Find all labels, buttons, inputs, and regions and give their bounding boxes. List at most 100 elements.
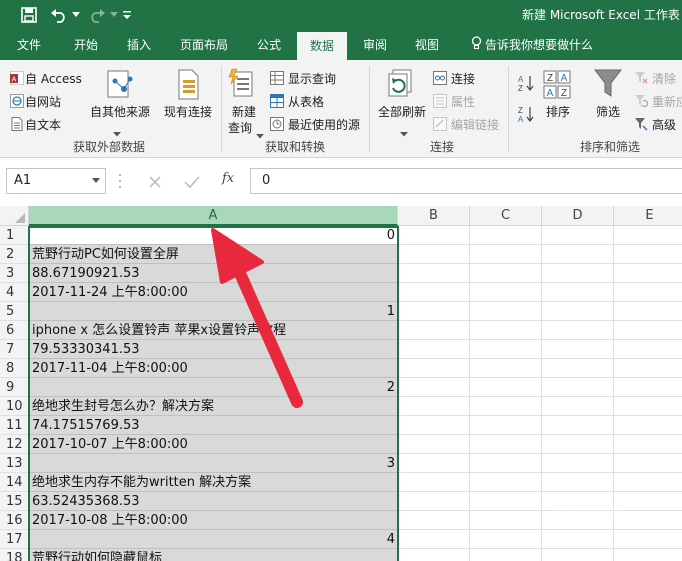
cell-a[interactable]: 2017-10-07 上午8:00:00 [29, 435, 398, 454]
cell-a[interactable]: iphone x 怎么设置铃声 苹果x设置铃声教程 [29, 321, 398, 340]
new-query-label-2[interactable]: 查询 [228, 119, 252, 136]
row-header[interactable]: 2 [0, 245, 29, 264]
tell-me-box[interactable]: 告诉我你想要做什么 [466, 30, 598, 60]
cell-a[interactable]: 2017-11-24 上午8:00:00 [29, 283, 398, 302]
reapply-button[interactable]: 重新应 [652, 93, 682, 110]
cell-a[interactable]: 绝地求生封号怎么办？解决方案 [29, 397, 398, 416]
cell-a[interactable]: 2017-11-04 上午8:00:00 [29, 359, 398, 378]
cell-a[interactable]: 4 [29, 530, 398, 549]
row-header[interactable]: 18 [0, 549, 29, 561]
tab-file[interactable]: 文件 [8, 30, 50, 60]
formula-bar-grip-icon[interactable] [118, 172, 122, 190]
row-header[interactable]: 8 [0, 359, 29, 378]
name-box-dropdown-icon[interactable] [92, 178, 100, 183]
row-header[interactable]: 10 [0, 397, 29, 416]
row-header[interactable]: 5 [0, 302, 29, 321]
group-divider [221, 66, 222, 152]
cell-a[interactable]: 荒野行动PC如何设置全屏 [29, 245, 398, 264]
cell-a[interactable]: 3 [29, 454, 398, 473]
new-query-label-1[interactable]: 新建 [232, 103, 256, 120]
row-header[interactable]: 17 [0, 530, 29, 549]
redo-dropdown-icon[interactable] [109, 5, 119, 25]
customize-qat-icon[interactable] [120, 5, 134, 25]
row-header[interactable]: 7 [0, 340, 29, 359]
redo-icon[interactable] [86, 5, 108, 25]
sort-icon: ZAAZ [543, 70, 573, 104]
advanced-filter-button[interactable]: 高级 [652, 116, 676, 133]
save-icon[interactable] [18, 5, 40, 25]
cell-a[interactable]: 2 [29, 378, 398, 397]
tab-home[interactable]: 开始 [62, 30, 110, 60]
undo-dropdown-icon[interactable] [71, 5, 81, 25]
existing-connections-button[interactable]: 现有连接 [164, 103, 212, 120]
enter-icon[interactable] [184, 174, 200, 193]
text-file-icon [10, 116, 24, 135]
column-header-e[interactable]: E [614, 206, 682, 226]
properties-button[interactable]: 属性 [451, 93, 475, 110]
tab-review[interactable]: 审阅 [354, 30, 396, 60]
column-header-d[interactable]: D [542, 206, 614, 226]
cell-a[interactable]: 63.52435368.53 [29, 492, 398, 511]
filter-button[interactable]: 筛选 [596, 103, 620, 120]
name-box[interactable]: A1 [6, 168, 106, 194]
row-header[interactable]: 1 [0, 226, 29, 245]
other-sources-button[interactable]: 自其他来源 [90, 103, 150, 120]
tab-page-layout[interactable]: 页面布局 [172, 30, 236, 60]
column-header-a[interactable]: A [29, 206, 398, 226]
formula-input[interactable]: 0 [250, 168, 682, 194]
tab-data[interactable]: 数据 [297, 32, 347, 60]
undo-icon[interactable] [48, 5, 70, 25]
sort-button[interactable]: 排序 [546, 103, 570, 120]
row-header[interactable]: 9 [0, 378, 29, 397]
cell-a[interactable]: 1 [29, 302, 398, 321]
row-header[interactable]: 4 [0, 283, 29, 302]
show-queries-button[interactable]: 显示查询 [288, 70, 336, 87]
row-header[interactable]: 6 [0, 321, 29, 340]
clear-filter-button[interactable]: 清除 [652, 70, 676, 87]
from-table-button[interactable]: 从表格 [288, 93, 324, 110]
refresh-all-button[interactable]: 全部刷新 [378, 103, 426, 120]
name-box-value: A1 [14, 173, 32, 188]
row-header[interactable]: 16 [0, 511, 29, 530]
title-bar: 新建 Microsoft Excel 工作表 [0, 0, 682, 30]
cell-a[interactable]: 荒野行动如何隐藏鼠标 [29, 549, 398, 561]
svg-text:A: A [547, 88, 554, 99]
edit-links-button[interactable]: 编辑链接 [451, 116, 499, 133]
refresh-all-dropdown-icon[interactable] [400, 122, 408, 141]
group-label-get-transform: 获取和转换 [265, 140, 326, 154]
cell-a[interactable]: 88.67190921.53 [29, 264, 398, 283]
from-access-button[interactable]: 自 Access [25, 70, 82, 87]
tab-view[interactable]: 视图 [406, 30, 448, 60]
select-all-icon [15, 213, 25, 223]
tab-formulas[interactable]: 公式 [248, 30, 290, 60]
insert-function-icon[interactable]: fx [222, 171, 234, 186]
cell-a[interactable]: 79.53330341.53 [29, 340, 398, 359]
from-text-button[interactable]: 自文本 [25, 116, 61, 133]
clear-filter-icon [634, 70, 648, 89]
row-header[interactable]: 13 [0, 454, 29, 473]
group-label-connections: 连接 [430, 140, 455, 154]
cell-a[interactable]: 74.17515769.53 [29, 416, 398, 435]
new-query-dropdown-icon[interactable] [256, 124, 264, 143]
sort-ascending-icon[interactable]: AZ [517, 74, 535, 96]
connections-button[interactable]: 连接 [451, 70, 475, 87]
select-all-button[interactable] [0, 206, 29, 226]
row-header[interactable]: 11 [0, 416, 29, 435]
cell-a[interactable]: 绝地求生内存不能为written 解决方案 [29, 473, 398, 492]
column-header-c[interactable]: C [470, 206, 542, 226]
cancel-icon[interactable] [148, 174, 162, 193]
gridline [398, 244, 682, 245]
recent-sources-button[interactable]: 最近使用的源 [288, 116, 360, 133]
row-header[interactable]: 15 [0, 492, 29, 511]
column-header-b[interactable]: B [398, 206, 470, 226]
cell-a[interactable]: 2017-10-08 上午8:00:00 [29, 511, 398, 530]
window-title: 新建 Microsoft Excel 工作表 [522, 8, 680, 22]
svg-text:Z: Z [518, 106, 523, 115]
cell-a[interactable]: 0 [29, 226, 398, 245]
sort-descending-icon[interactable]: ZA [517, 105, 535, 127]
row-header[interactable]: 12 [0, 435, 29, 454]
tab-insert[interactable]: 插入 [116, 30, 162, 60]
row-header[interactable]: 3 [0, 264, 29, 283]
row-header[interactable]: 14 [0, 473, 29, 492]
from-web-button[interactable]: 自网站 [25, 93, 61, 110]
